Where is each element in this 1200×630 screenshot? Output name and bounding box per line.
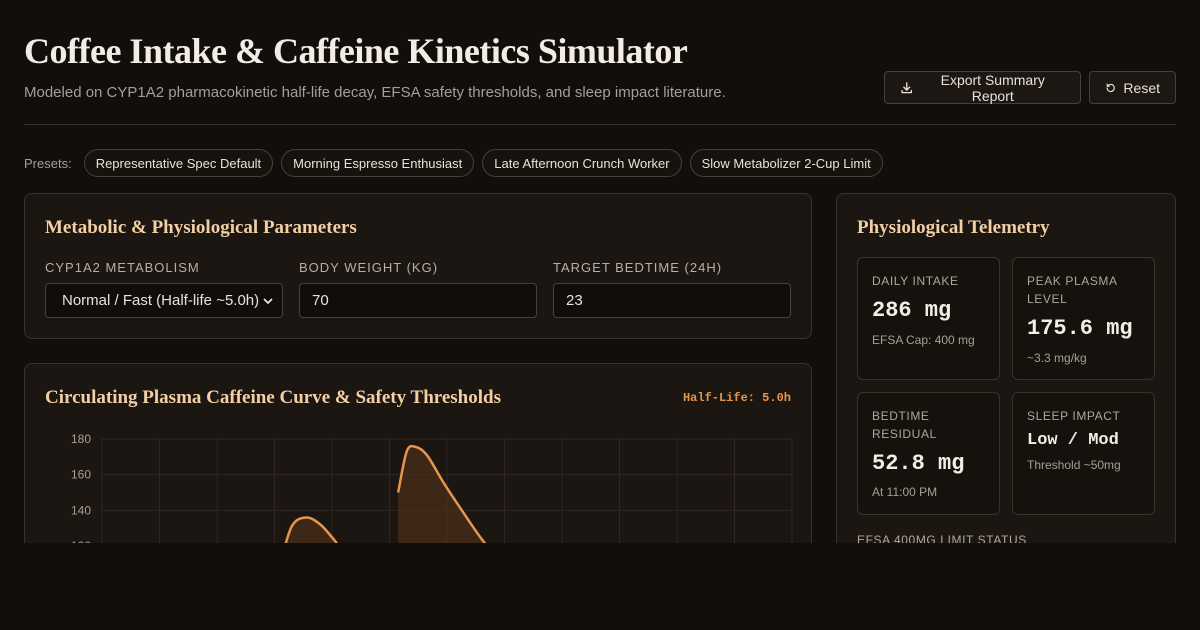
bedtime-input[interactable]: 23 (553, 283, 791, 318)
y-tick-label: 160 (71, 468, 91, 482)
stat-value: 52.8 mg (872, 451, 965, 476)
stat-label: Sleep Impact (1027, 409, 1121, 423)
page-header: Coffee Intake & Caffeine Kinetics Simula… (24, 30, 1176, 125)
stat-label: Daily Intake (872, 274, 959, 288)
bedtime-residual-stat: Bedtime Residual 52.8 mg At 11:00 PM (857, 392, 1000, 515)
chevron-down-icon (263, 298, 273, 304)
stat-label: Bedtime Residual (872, 409, 937, 441)
preset-chip[interactable]: Morning Espresso Enthusiast (281, 149, 475, 177)
stat-value: Low / Mod (1027, 431, 1119, 450)
metabolism-label: CYP1A2 Metabolism (45, 260, 200, 275)
body-weight-label: Body Weight (kg) (299, 260, 439, 275)
page-title: Coffee Intake & Caffeine Kinetics Simula… (24, 31, 688, 71)
export-button-label: Export Summary Report (940, 71, 1045, 104)
bedtime-label: Target Bedtime (24h) (553, 260, 723, 275)
sleep-impact-stat: Sleep Impact Low / Mod Threshold ~50mg (1012, 392, 1155, 515)
y-tick-label: 140 (71, 503, 91, 517)
metabolism-field: CYP1A2 Metabolism Normal / Fast (Half-li… (45, 260, 283, 318)
page-subtitle: Modeled on CYP1A2 pharmacokinetic half-l… (24, 84, 726, 101)
stat-note: EFSA Cap: 400 mg (872, 333, 975, 347)
stat-value: 175.6 mg (1027, 316, 1133, 341)
metabolic-parameters-card: Metabolic & Physiological Parameters CYP… (24, 193, 812, 339)
reset-icon (1106, 83, 1115, 92)
stat-note: Threshold ~50mg (1027, 458, 1121, 472)
metabolism-select[interactable]: Normal / Fast (Half-life ~5.0h) (45, 283, 283, 318)
reset-button[interactable]: Reset (1089, 71, 1176, 104)
stat-note: At 11:00 PM (872, 485, 938, 499)
app-viewport: Coffee Intake & Caffeine Kinetics Simula… (0, 0, 1200, 543)
telemetry-title: Physiological Telemetry (857, 217, 1050, 238)
y-tick-label: 120 (71, 539, 91, 543)
efsa-limit-status-label: EFSA 400mg Limit Status (857, 533, 1027, 543)
download-icon (901, 81, 913, 93)
export-summary-button[interactable]: Export Summary Report (884, 71, 1081, 104)
params-card-title: Metabolic & Physiological Parameters (45, 217, 357, 238)
bedtime-field: Target Bedtime (24h) 23 (553, 260, 791, 318)
stat-label: Peak Plasma Level (1027, 274, 1117, 306)
peak-plasma-stat: Peak Plasma Level 175.6 mg ~3.3 mg/kg (1012, 257, 1155, 380)
reset-button-label: Reset (1123, 79, 1160, 96)
y-tick-label: 180 (71, 432, 91, 446)
stat-value: 286 mg (872, 298, 952, 323)
plasma-curve-card: Circulating Plasma Caffeine Curve & Safe… (24, 363, 812, 543)
metabolism-selected-value: Normal / Fast (Half-life ~5.0h) (62, 292, 260, 309)
preset-chip[interactable]: Late Afternoon Crunch Worker (482, 149, 682, 177)
preset-chip[interactable]: Representative Spec Default (83, 149, 274, 177)
presets-label: Presets: (24, 155, 72, 171)
body-weight-field: Body Weight (kg) 70 (299, 260, 537, 318)
plasma-curve-area (398, 446, 485, 543)
telemetry-card: Physiological Telemetry Daily Intake 286… (836, 193, 1176, 543)
stat-note: ~3.3 mg/kg (1027, 351, 1087, 365)
body-weight-input[interactable]: 70 (299, 283, 537, 318)
preset-chip[interactable]: Slow Metabolizer 2-Cup Limit (689, 149, 883, 177)
plasma-caffeine-chart: 120 140 160 180 (71, 432, 793, 543)
daily-intake-stat: Daily Intake 286 mg EFSA Cap: 400 mg (857, 257, 1000, 380)
presets-bar: Presets: Representative Spec Default Mor… (24, 149, 883, 177)
